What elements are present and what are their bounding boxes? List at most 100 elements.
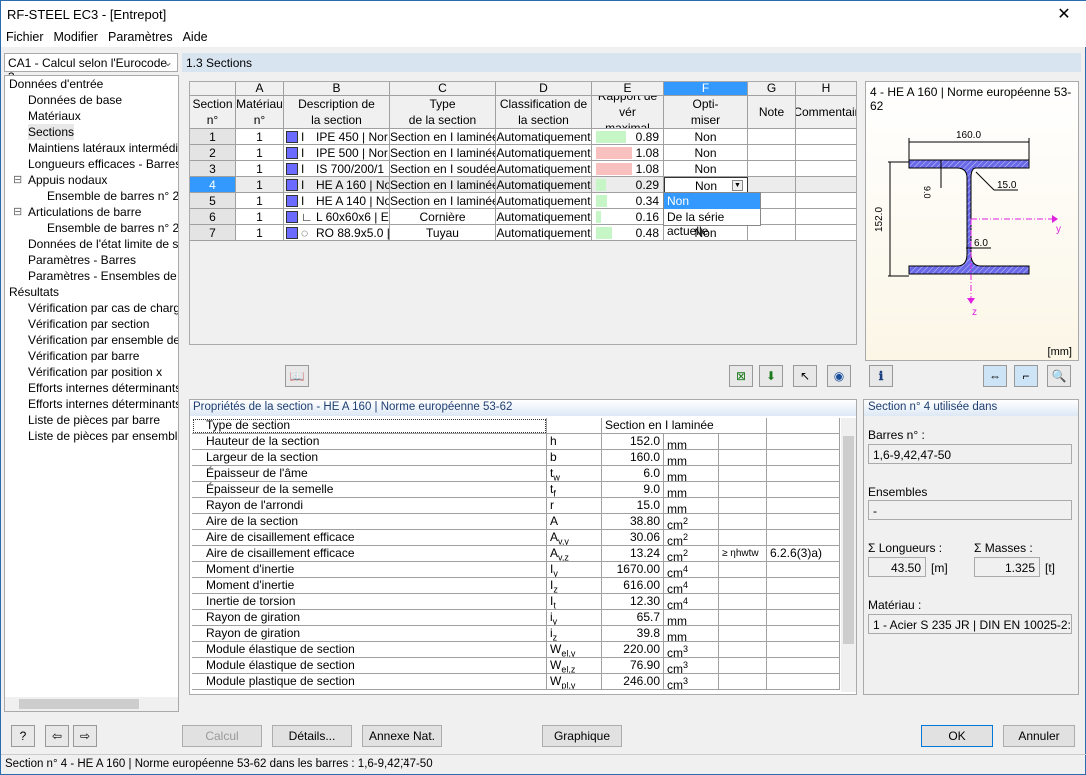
tree-item[interactable]: Sections — [28, 124, 75, 140]
menu-aide[interactable]: Aide — [178, 27, 213, 47]
help-icon[interactable]: ? — [11, 725, 35, 747]
tree-item[interactable]: Vérification par section — [28, 316, 149, 332]
note-cell[interactable] — [748, 177, 796, 193]
details-button[interactable]: Détails... — [272, 725, 352, 747]
row-header-text: 5 — [209, 194, 216, 208]
classification-cell[interactable]: Automatiquement — [496, 177, 592, 193]
tree-item[interactable]: Vérification par position x — [28, 364, 162, 380]
tree-item[interactable]: Données de base — [28, 92, 122, 108]
info-icon[interactable]: ℹ — [869, 365, 893, 387]
tree-item[interactable]: Données de l'état limite de service — [28, 236, 178, 252]
calc-button[interactable]: Calcul — [182, 725, 262, 747]
comment-cell[interactable] — [796, 161, 856, 177]
pick-icon[interactable]: ↖ — [793, 365, 817, 387]
tree-item[interactable]: Efforts internes déterminants par — [28, 380, 178, 396]
description-cell[interactable]: I IS 700/200/1 — [284, 161, 390, 177]
tree-item[interactable]: Données d'entrée — [9, 76, 103, 92]
description-cell[interactable]: I HE A 160 | No — [284, 177, 390, 193]
tree-item[interactable]: Maintiens latéraux intermédiaires — [28, 140, 178, 156]
row-header[interactable]: 3 — [190, 161, 236, 177]
next-icon[interactable]: ⇨ — [73, 725, 97, 747]
comment-cell[interactable] — [796, 193, 856, 209]
tree-horizontal-scrollbar[interactable] — [5, 697, 178, 711]
menu-fichier[interactable]: Fichier — [1, 27, 49, 47]
previous-icon[interactable]: ⇦ — [45, 725, 69, 747]
tree-item[interactable]: Liste de pièces par barre — [28, 412, 160, 428]
tree-item[interactable]: Vérification par barre — [28, 348, 139, 364]
row-header[interactable]: 4 — [190, 177, 236, 193]
menu-parametres[interactable]: Paramètres — [103, 27, 178, 47]
tree-item[interactable]: Efforts internes déterminants par — [28, 396, 178, 412]
zoom-reset-icon[interactable]: 🔍 — [1047, 365, 1071, 387]
type-cell[interactable]: Tuyau — [390, 225, 496, 241]
note-cell[interactable] — [748, 145, 796, 161]
classification-cell[interactable]: Automatiquement — [496, 145, 592, 161]
dropdown-arrow-icon[interactable]: ▼ — [732, 180, 743, 191]
tree-item[interactable]: Longueurs efficaces - Barres — [28, 156, 178, 172]
dropdown-option-non[interactable]: Non — [664, 193, 760, 209]
classification-cell[interactable]: Automatiquement — [496, 225, 592, 241]
tree-item[interactable]: Vérification par cas de charge — [28, 300, 178, 316]
properties-scrollbar[interactable] — [841, 418, 856, 692]
type-cell[interactable]: Section en I soudée — [390, 161, 496, 177]
classification-cell[interactable]: Automatiquement — [496, 209, 592, 225]
description-cell[interactable]: I HE A 140 | No — [284, 193, 390, 209]
tree-item[interactable]: Appuis nodaux — [28, 172, 107, 188]
cancel-button[interactable]: Annuler — [1003, 725, 1075, 747]
type-cell[interactable]: Section en I laminée — [390, 177, 496, 193]
national-annex-button[interactable]: Annexe Nat. ... — [362, 725, 442, 763]
ok-button[interactable]: OK — [921, 725, 993, 747]
description-cell[interactable]: ◌ RO 88.9x5.0 | — [284, 225, 390, 241]
comment-cell[interactable] — [796, 145, 856, 161]
export-excel-icon[interactable]: ⊠ — [729, 365, 753, 387]
row-header[interactable]: 2 — [190, 145, 236, 161]
description-cell[interactable]: I IPE 450 | Nor — [284, 129, 390, 145]
comment-cell[interactable] — [796, 129, 856, 145]
view-icon[interactable]: ◉ — [827, 365, 851, 387]
dropdown-option-serie[interactable]: De la série actuelle — [664, 209, 760, 238]
classification-cell[interactable]: Automatiquement — [496, 161, 592, 177]
collapse-icon[interactable]: ⊟ — [13, 172, 22, 188]
menu-modifier[interactable]: Modifier — [49, 27, 103, 47]
dimension-icon[interactable]: ⇔ — [983, 365, 1007, 387]
optimize-cell[interactable]: Non ▼ — [664, 177, 748, 193]
optimize-cell[interactable]: Non — [664, 129, 748, 145]
type-cell[interactable]: Section en I laminée — [390, 129, 496, 145]
description-cell[interactable]: ∟ L 60x60x6 | E — [284, 209, 390, 225]
tree-item[interactable]: Matériaux — [28, 108, 81, 124]
optimize-cell[interactable]: Non — [664, 161, 748, 177]
type-cell[interactable]: Section en I laminée — [390, 145, 496, 161]
comment-cell[interactable] — [796, 209, 856, 225]
graphic-button[interactable]: Graphique — [542, 725, 622, 747]
comment-cell[interactable] — [796, 177, 856, 193]
tree-item[interactable]: Ensemble de barres n° 2 - C — [47, 188, 178, 204]
row-header[interactable]: 5 — [190, 193, 236, 209]
tree-item[interactable]: Paramètres - Barres — [28, 252, 136, 268]
type-cell[interactable]: Section en I laminée — [390, 193, 496, 209]
collapse-icon[interactable]: ⊟ — [13, 204, 22, 220]
close-icon[interactable]: ✕ — [1049, 4, 1079, 24]
tree-item[interactable]: Liste de pièces par ensemble de — [28, 428, 178, 444]
note-cell[interactable] — [748, 129, 796, 145]
classification-cell[interactable]: Automatiquement — [496, 129, 592, 145]
row-header[interactable]: 6 — [190, 209, 236, 225]
case-select[interactable]: CA1 - Calcul selon l'Eurocode 3⌄ — [4, 53, 178, 84]
library-icon[interactable]: 📖 — [285, 365, 309, 387]
description-cell[interactable]: I IPE 500 | Nor — [284, 145, 390, 161]
tree-item[interactable]: Articulations de barre — [28, 204, 141, 220]
classification-cell[interactable]: Automatiquement — [496, 193, 592, 209]
tree-item[interactable]: Ensemble de barres n° 2 - C — [47, 220, 178, 236]
import-excel-icon[interactable]: ⬇ — [759, 365, 783, 387]
tree-item[interactable]: Paramètres - Ensembles de barres — [28, 268, 178, 284]
row-header[interactable]: 1 — [190, 129, 236, 145]
axes-icon[interactable]: ⌐ — [1014, 365, 1038, 387]
comment-cell[interactable] — [796, 225, 856, 241]
row-header[interactable]: 7 — [190, 225, 236, 241]
note-cell[interactable] — [748, 161, 796, 177]
property-value: Section en I laminée — [602, 418, 767, 434]
optimize-cell[interactable]: Non — [664, 145, 748, 161]
tree-item[interactable]: Résultats — [9, 284, 59, 300]
tree-item[interactable]: Vérification par ensemble de barres — [28, 332, 178, 348]
type-cell[interactable]: Cornière — [390, 209, 496, 225]
note-cell[interactable] — [748, 225, 796, 241]
